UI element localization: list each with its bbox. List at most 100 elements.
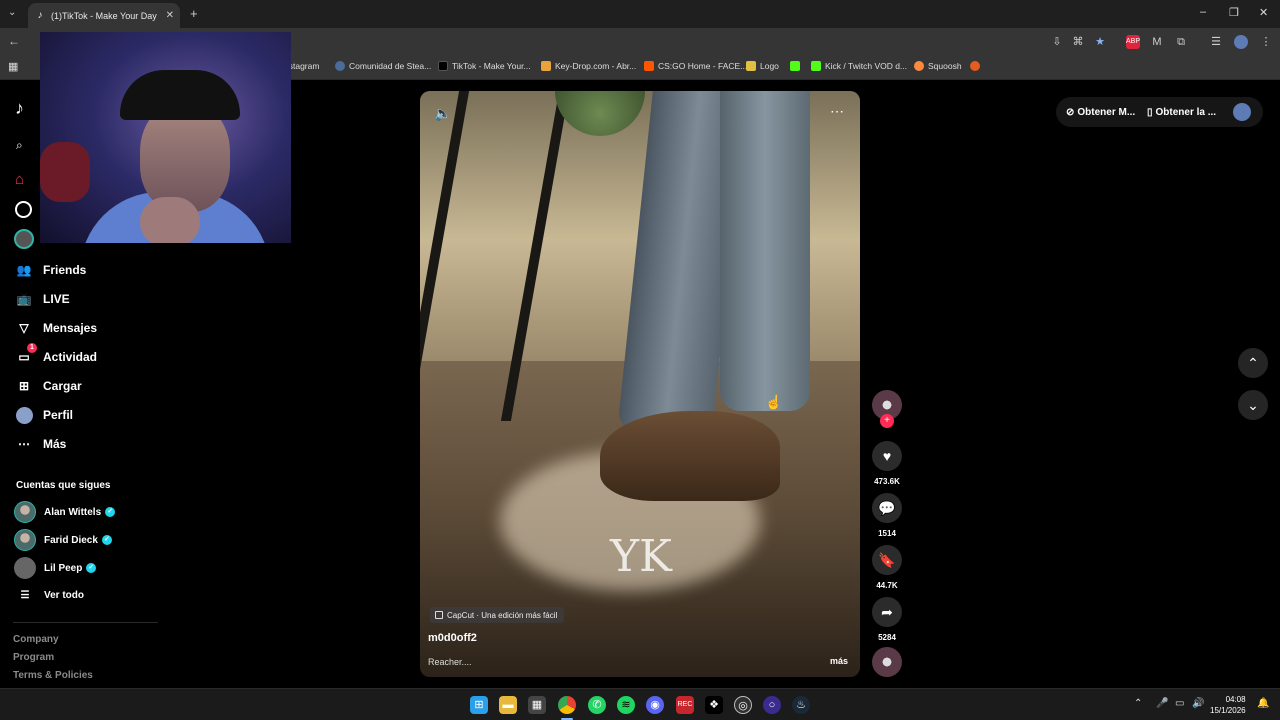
tiktok-logo-icon[interactable]: ♪: [15, 98, 24, 119]
avatar: [14, 529, 36, 551]
footer-company-link[interactable]: Company: [13, 634, 59, 645]
app-circle-icon[interactable]: ○: [763, 696, 781, 714]
bookmark-item[interactable]: Kick / Twitch VOD d...: [811, 61, 907, 71]
extension-m-icon[interactable]: M: [1150, 35, 1164, 49]
whatsapp-icon[interactable]: ✆: [588, 696, 606, 714]
close-tab-icon[interactable]: ✕: [166, 10, 174, 21]
more-options-icon[interactable]: ⋯: [830, 103, 844, 120]
get-app-button[interactable]: ▯ Obtener la ...: [1147, 101, 1216, 123]
profile-avatar-icon[interactable]: [1234, 35, 1248, 49]
extensions-icon[interactable]: ⧉: [1174, 35, 1188, 49]
video-caption: Reacher....: [428, 657, 472, 667]
mute-icon[interactable]: 🔈: [434, 105, 451, 122]
next-video-button[interactable]: ⌄: [1238, 390, 1268, 420]
followed-account[interactable]: Farid Dieck ✓: [14, 529, 112, 551]
bookmark-item[interactable]: CS:GO Home - FACE...: [644, 61, 747, 71]
save-button[interactable]: 🔖: [872, 545, 902, 575]
orange-circle-icon: [970, 61, 980, 71]
nav-messages[interactable]: ▽ Mensajes: [14, 318, 97, 338]
following-avatar-icon[interactable]: [14, 229, 34, 249]
microphone-icon[interactable]: 🎤: [1156, 698, 1168, 709]
reading-list-icon[interactable]: ☰: [1209, 35, 1223, 49]
more-icon: ⋯: [18, 437, 30, 451]
music-disc-icon[interactable]: [872, 647, 902, 677]
bookmark-item[interactable]: [790, 61, 804, 71]
video-author[interactable]: m0d0off2: [428, 632, 477, 644]
file-explorer-icon[interactable]: ▬: [499, 696, 517, 714]
nav-profile[interactable]: Perfil: [14, 405, 73, 425]
previous-video-button[interactable]: ⌃: [1238, 348, 1268, 378]
system-clock[interactable]: 04:08 15/1/2026: [1210, 694, 1246, 716]
install-app-icon[interactable]: ⇩: [1050, 35, 1064, 49]
nav-live[interactable]: 📺 LIVE: [14, 289, 70, 309]
followed-account[interactable]: Lil Peep ✓: [14, 557, 97, 579]
caption-more-button[interactable]: más: [830, 656, 848, 666]
tidal-icon[interactable]: ❖: [705, 696, 723, 714]
comment-icon: 💬: [878, 499, 896, 516]
nav-friends[interactable]: 👥 Friends: [14, 260, 87, 280]
store-icon[interactable]: ▦: [528, 696, 546, 714]
faceit-icon: [644, 61, 654, 71]
close-window-icon[interactable]: ✕: [1259, 6, 1268, 19]
heart-icon: ♥: [882, 448, 892, 464]
back-icon[interactable]: ←: [8, 34, 20, 48]
explore-icon[interactable]: [15, 201, 32, 218]
search-icon[interactable]: ⌕: [16, 138, 23, 153]
get-coins-button[interactable]: ⊘ Obtener M...: [1066, 101, 1135, 123]
tab-search-icon[interactable]: ⌄: [8, 7, 16, 18]
nav-upload[interactable]: ⊞ Cargar: [14, 376, 82, 396]
squoosh-icon: [914, 61, 924, 71]
verified-icon: ✓: [86, 563, 97, 573]
translate-icon[interactable]: ⌘: [1071, 35, 1085, 49]
bookmark-item[interactable]: Logo: [746, 61, 779, 71]
obs-icon[interactable]: ◎: [734, 696, 752, 714]
browser-menu-icon[interactable]: ⋮: [1259, 35, 1273, 49]
windows-start-icon[interactable]: ⊞: [470, 696, 488, 714]
bookmark-item[interactable]: [970, 61, 984, 71]
nav-more[interactable]: ⋯ Más: [14, 434, 66, 454]
footer-terms-link[interactable]: Terms & Policies: [13, 670, 93, 681]
new-tab-icon[interactable]: +: [190, 6, 198, 21]
bookmark-item[interactable]: Comunidad de Stea...: [335, 61, 431, 71]
bookmark-item[interactable]: Squoosh: [914, 61, 962, 71]
bookmark-star-icon[interactable]: ★: [1093, 35, 1107, 49]
comment-button[interactable]: 💬: [872, 493, 902, 523]
see-all-link[interactable]: ☰ Ver todo: [14, 590, 85, 601]
live-icon: 📺: [16, 292, 32, 306]
bookmark-item[interactable]: TikTok - Make Your...: [438, 61, 531, 71]
minimize-icon[interactable]: –: [1200, 6, 1206, 18]
like-button[interactable]: ♥: [872, 441, 902, 471]
followed-account[interactable]: Alan Wittels ✓: [14, 501, 116, 523]
comment-count: 1514: [878, 529, 896, 538]
steam-icon[interactable]: ♨: [792, 696, 810, 714]
bookmark-icon: 🔖: [878, 551, 896, 568]
footer-program-link[interactable]: Program: [13, 652, 54, 663]
share-button[interactable]: ➦: [872, 597, 902, 627]
video-player[interactable]: YK 🔈 ⋯ m0d0off2 Reacher.... más: [420, 91, 860, 677]
tray-overflow-icon[interactable]: ⌃: [1134, 698, 1142, 709]
bookmark-item[interactable]: Key-Drop.com - Abr...: [541, 61, 636, 71]
apps-grid-icon[interactable]: ▦: [8, 60, 18, 73]
capcut-icon: [435, 611, 443, 619]
notifications-icon[interactable]: 🔔: [1257, 698, 1269, 709]
user-avatar[interactable]: [1233, 103, 1251, 121]
adblock-icon[interactable]: ABP: [1126, 35, 1140, 49]
discord-icon[interactable]: ◉: [646, 696, 664, 714]
volume-icon[interactable]: 🔊: [1192, 698, 1204, 709]
capcut-tag[interactable]: CapCut · Una edición más fácil: [430, 607, 565, 623]
like-count: 473.6K: [874, 477, 900, 486]
chrome-icon[interactable]: [558, 696, 576, 714]
follow-plus-icon[interactable]: +: [880, 414, 894, 428]
list-icon: ☰: [20, 590, 30, 601]
keydrop-icon: [541, 61, 551, 71]
spotify-icon[interactable]: ≋: [617, 696, 635, 714]
kick-icon: [811, 61, 821, 71]
recording-app-icon[interactable]: REC: [676, 696, 694, 714]
nav-activity[interactable]: ▭ 1 Actividad: [14, 343, 97, 367]
windows-taskbar: ⊞ ▬ ▦ ✆ ≋ ◉ REC ❖ ◎ ○ ♨ ⌃ 🎤 ▭ 🔊 04:08 15…: [0, 688, 1280, 720]
home-icon[interactable]: ⌂: [15, 171, 24, 188]
network-icon[interactable]: ▭: [1175, 698, 1184, 709]
coin-icon: ⊘: [1066, 106, 1075, 118]
restore-icon[interactable]: ❐: [1229, 6, 1239, 19]
browser-tab-active[interactable]: ♪ (1)TikTok - Make Your Day ✕: [28, 3, 180, 28]
